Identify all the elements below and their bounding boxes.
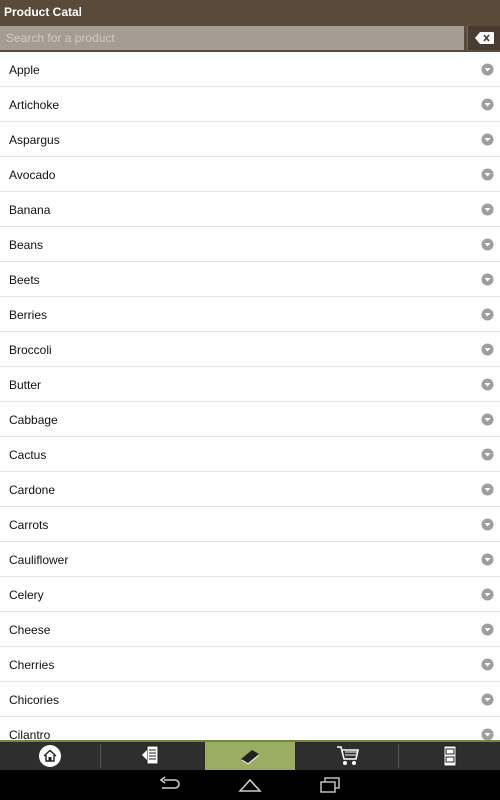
search-bar (0, 24, 500, 52)
list-item[interactable]: Berries (0, 297, 500, 332)
chevron-down-icon[interactable] (481, 343, 494, 356)
title-bar: Product Catalog (0, 0, 500, 24)
list-item[interactable]: Beets (0, 262, 500, 297)
product-name: Cherries (9, 658, 55, 672)
home-icon[interactable] (238, 776, 262, 794)
product-name: Cactus (9, 448, 47, 462)
product-name: Broccoli (9, 343, 52, 357)
list-item[interactable]: Apple (0, 52, 500, 87)
list-item[interactable]: Chicories (0, 682, 500, 717)
product-name: Cabbage (9, 413, 58, 427)
catalog-book-icon (241, 750, 260, 765)
list-item[interactable]: Artichoke (0, 87, 500, 122)
list-item[interactable]: Cilantro (0, 717, 500, 740)
product-list: Apple Artichoke Aspargus Avocado Banana Beans… (0, 52, 500, 740)
shopping-list-icon (142, 745, 159, 765)
tab-shopping-list[interactable] (101, 742, 201, 770)
list-item[interactable]: Cactus (0, 437, 500, 472)
product-name: Cheese (9, 623, 51, 637)
list-item[interactable]: Avocado (0, 157, 500, 192)
product-name: Aspargus (9, 133, 60, 147)
list-item[interactable]: Aspargus (0, 122, 500, 157)
product-name: Artichoke (9, 98, 60, 112)
product-name: Berries (9, 308, 48, 322)
product-name: Cilantro (9, 728, 51, 740)
cart-icon (337, 746, 359, 765)
nav-separator (398, 744, 399, 768)
chevron-down-icon[interactable] (481, 98, 494, 111)
chevron-down-icon[interactable] (481, 238, 494, 251)
chevron-down-icon[interactable] (481, 623, 494, 636)
chevron-down-icon[interactable] (481, 553, 494, 566)
chevron-down-icon[interactable] (481, 203, 494, 216)
list-item[interactable]: Banana (0, 192, 500, 227)
chevron-down-icon[interactable] (481, 413, 494, 426)
product-name: Chicories (9, 693, 60, 707)
pantry-icon (443, 745, 457, 767)
bottom-nav (0, 740, 500, 770)
home-icon (39, 745, 61, 767)
product-name: Beans (9, 238, 44, 252)
chevron-down-icon[interactable] (481, 658, 494, 671)
list-item[interactable]: Beans (0, 227, 500, 262)
list-item[interactable]: Cauliflower (0, 542, 500, 577)
chevron-down-icon[interactable] (481, 693, 494, 706)
product-name: Apple (9, 63, 40, 77)
product-name: Butter (9, 378, 42, 392)
search-input[interactable] (0, 26, 464, 50)
product-name: Cardone (9, 483, 56, 497)
product-name: Celery (9, 588, 44, 602)
system-nav-bar (0, 770, 500, 800)
list-item[interactable]: Celery (0, 577, 500, 612)
product-name: Beets (9, 273, 40, 287)
product-name: Avocado (9, 168, 56, 182)
tab-cart[interactable] (298, 742, 398, 770)
chevron-down-icon[interactable] (481, 728, 494, 740)
recent-apps-icon[interactable] (318, 776, 342, 794)
chevron-down-icon[interactable] (481, 133, 494, 146)
backspace-clear-icon (475, 32, 494, 44)
list-item[interactable]: Carrots (0, 507, 500, 542)
list-item[interactable]: Cabbage (0, 402, 500, 437)
chevron-down-icon[interactable] (481, 273, 494, 286)
chevron-down-icon[interactable] (481, 588, 494, 601)
list-item[interactable]: Butter (0, 367, 500, 402)
list-item[interactable]: Cherries (0, 647, 500, 682)
tab-catalog[interactable] (205, 742, 295, 770)
list-item[interactable]: Cardone (0, 472, 500, 507)
chevron-down-icon[interactable] (481, 63, 494, 76)
chevron-down-icon[interactable] (481, 483, 494, 496)
product-name: Banana (9, 203, 51, 217)
chevron-down-icon[interactable] (481, 168, 494, 181)
chevron-down-icon[interactable] (481, 448, 494, 461)
product-name: Cauliflower (9, 553, 69, 567)
chevron-down-icon[interactable] (481, 518, 494, 531)
clear-search-button[interactable] (467, 26, 500, 50)
list-item[interactable]: Broccoli (0, 332, 500, 367)
tab-pantry[interactable] (400, 742, 500, 770)
list-item[interactable]: Cheese (0, 612, 500, 647)
chevron-down-icon[interactable] (481, 308, 494, 321)
tab-home[interactable] (0, 742, 100, 770)
page-title: Product Catalog (4, 5, 81, 19)
app-root: Product Catalog Apple Artichoke Aspargus Av… (0, 0, 500, 800)
back-icon[interactable] (158, 776, 182, 794)
chevron-down-icon[interactable] (481, 378, 494, 391)
product-name: Carrots (9, 518, 49, 532)
